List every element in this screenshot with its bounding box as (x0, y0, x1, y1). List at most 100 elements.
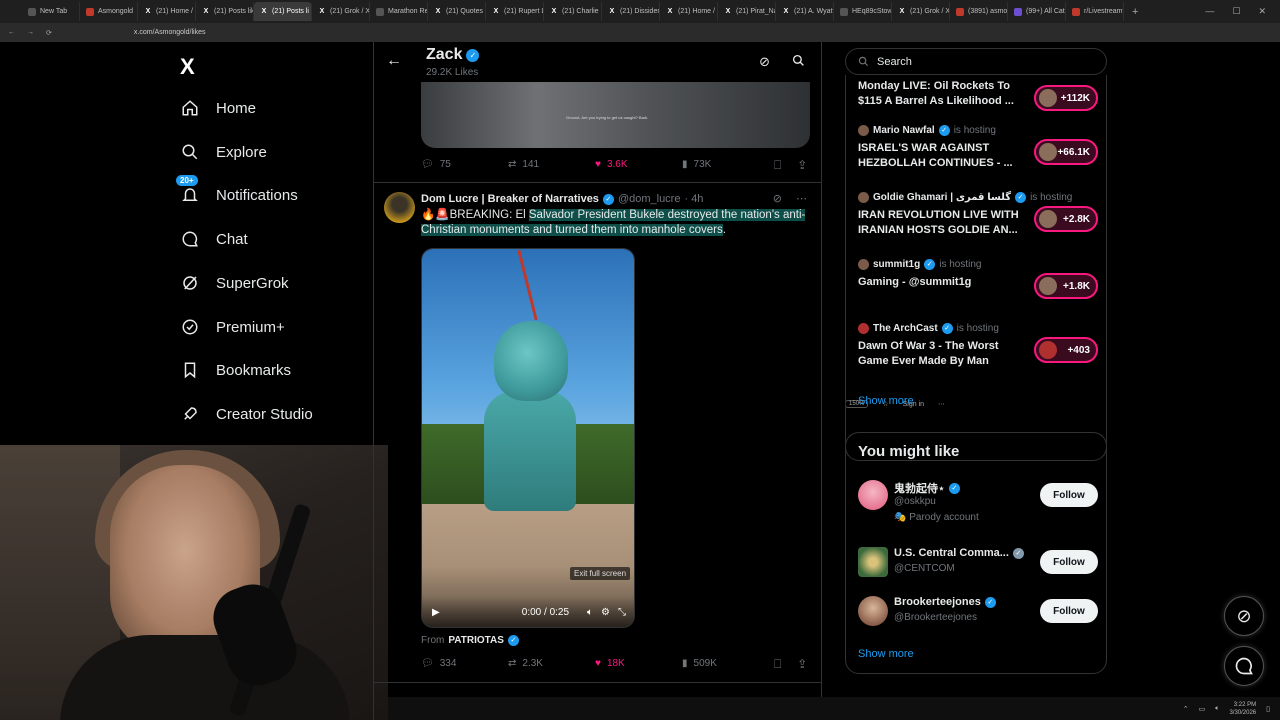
tab-favicon-icon (86, 7, 94, 16)
nav-creator-studio[interactable]: Creator Studio (180, 404, 313, 424)
listener-count: +1.8K (1063, 280, 1090, 292)
space-listener-pill[interactable]: +66.1K (1034, 139, 1098, 165)
browser-tab[interactable]: X (21) Dissident (602, 2, 660, 21)
space-item[interactable]: Mario Nawfal ✓ is hosting ISRAEL'S WAR AGA… (858, 125, 1098, 171)
close-window-icon[interactable]: ✕ (1258, 6, 1266, 17)
network-icon[interactable]: ▭ (1199, 705, 1206, 713)
browser-tab[interactable]: r/Livestreamfail (1066, 2, 1124, 21)
space-item[interactable]: Goldie Ghamari | گلسا قمری ✓ is hosting IR… (858, 192, 1098, 238)
browser-tab[interactable]: X (21) Home / X (660, 2, 718, 21)
more-options-icon[interactable]: ⋯ (796, 192, 807, 205)
space-listener-pill[interactable]: +1.8K (1034, 273, 1098, 299)
avatar[interactable] (384, 192, 415, 223)
share-icon[interactable]: ⇪ (797, 158, 807, 173)
reply-button[interactable]: 💬︎ 75 (421, 159, 508, 170)
browser-tab[interactable]: Asmongold (80, 2, 138, 21)
follow-button[interactable]: Follow (1040, 483, 1098, 507)
author-handle[interactable]: @dom_lucre (618, 193, 681, 205)
browser-tab[interactable]: X (21) Rupert Lo (486, 2, 544, 21)
avatar[interactable] (858, 547, 888, 577)
bookmark-icon[interactable]: ⎕ (774, 657, 781, 672)
back-nav-icon[interactable]: ← (8, 29, 15, 36)
suggested-user[interactable]: 鬼勃起侍⋆ ✓ @oskkpu 🎭 Parody account Follow (858, 480, 1098, 523)
grok-fab-icon[interactable]: ⊘ (1224, 596, 1264, 636)
space-listener-pill[interactable]: +2.8K (1034, 206, 1098, 232)
nav-home[interactable]: Home (180, 98, 256, 118)
card-title: You might like (858, 443, 960, 460)
nav-explore[interactable]: Explore (180, 142, 267, 162)
bookmark-icon[interactable]: ⎕ (774, 158, 781, 173)
tab-label: Asmongold (98, 8, 134, 15)
browser-tab[interactable]: X (21) Pirat_Nat (718, 2, 776, 21)
back-arrow-icon[interactable]: ← (386, 52, 402, 70)
browser-tab[interactable]: HEq89cStowA (834, 2, 892, 21)
url-field[interactable]: x.com/Asmongold/likes (134, 29, 206, 36)
tray-chevron-icon[interactable]: ⌃ (1183, 705, 1189, 713)
new-tab-icon[interactable]: + (1132, 6, 1138, 18)
previous-tweet-media[interactable]: Ground. Are you trying to get us caught?… (421, 82, 810, 148)
nav-chat[interactable]: Chat (180, 229, 248, 249)
grok-icon[interactable]: ⊘ (759, 54, 770, 70)
browser-tab[interactable]: X (21) Grok / X (312, 2, 370, 21)
maximize-icon[interactable]: ☐ (1232, 6, 1240, 17)
show-more-link[interactable]: Show more (858, 648, 914, 660)
share-icon[interactable]: ⇪ (797, 657, 807, 672)
repost-button[interactable]: ⇄ 2.3K (508, 658, 595, 669)
author-name[interactable]: Dom Lucre | Breaker of Narratives (421, 193, 599, 205)
space-host: Mario Nawfal ✓ is hosting (858, 125, 1098, 136)
grok-icon[interactable]: ⊘ (773, 192, 782, 205)
browser-tab[interactable]: X (21) Quotes o (428, 2, 486, 21)
space-listener-pill[interactable]: +403 (1034, 337, 1098, 363)
settings-gear-icon[interactable]: ⚙ (601, 607, 610, 618)
system-clock[interactable]: 3:22 PM 3/30/2026 (1229, 701, 1256, 717)
browser-tab[interactable]: X (21) Grok / X (892, 2, 950, 21)
reply-button[interactable]: 💬︎ 334 (421, 658, 508, 669)
browser-tab[interactable]: X (21) A. Wyatt (776, 2, 834, 21)
play-icon[interactable]: ▶ (432, 607, 440, 618)
reload-icon[interactable]: ⟳ (46, 29, 52, 37)
space-item[interactable]: Monday LIVE: Oil Rockets To $115 A Barre… (858, 79, 1098, 111)
search-icon[interactable] (792, 54, 805, 70)
browser-tab[interactable]: X (21) Home / X (138, 2, 196, 21)
browser-tab[interactable]: X (21) Posts li (254, 2, 312, 21)
avatar[interactable] (858, 596, 888, 626)
volume-icon[interactable]: 🔈︎ (1215, 705, 1219, 713)
browser-tab[interactable]: X (21) Charlie D (544, 2, 602, 21)
views-button[interactable]: ▮ 73K (682, 159, 769, 170)
exit-fullscreen-icon[interactable]: ⤡ (618, 607, 626, 618)
browser-tab[interactable]: New Tab (22, 2, 80, 21)
tweet-video[interactable]: Exit full screen ▶ 0:00 / 0:25 🔈︎ ⚙ ⤡ (421, 248, 635, 628)
follow-button[interactable]: Follow (1040, 550, 1098, 574)
like-button[interactable]: ♥ 18K (595, 658, 682, 669)
minimize-icon[interactable]: — (1205, 6, 1214, 17)
browser-tab[interactable]: Marathon Re (370, 2, 428, 21)
repost-icon: ⇄ (508, 658, 517, 669)
space-item[interactable]: summit1g ✓ is hosting Gaming - @summit1g +… (858, 259, 1098, 299)
user-name: 鬼勃起侍⋆ ✓ (894, 480, 960, 496)
from-source-link[interactable]: PATRIOTAS (448, 635, 504, 646)
nav-supergrok[interactable]: SuperGrok (180, 273, 289, 293)
nav-notifications[interactable]: 20+ Notifications (176, 175, 298, 205)
follow-button[interactable]: Follow (1040, 599, 1098, 623)
nav-bookmarks[interactable]: Bookmarks (180, 360, 291, 380)
repost-button[interactable]: ⇄ 141 (508, 159, 595, 170)
views-button[interactable]: ▮ 509K (682, 658, 769, 669)
browser-tab[interactable]: (3891) asmon (950, 2, 1008, 21)
forward-nav-icon[interactable]: → (27, 29, 34, 36)
chat-fab-icon[interactable] (1224, 646, 1264, 686)
space-listener-pill[interactable]: +112K (1034, 85, 1098, 111)
like-button[interactable]: ♥ 3.6K (595, 159, 682, 170)
browser-tab[interactable]: X (21) Posts liked (196, 2, 254, 21)
x-logo-icon[interactable]: X (180, 54, 195, 80)
suggested-user[interactable]: Brookerteejones ✓ @Brookerteejones Follow (858, 596, 1098, 636)
browser-tab[interactable]: (99+) All Cate (1008, 2, 1066, 21)
volume-icon[interactable]: 🔈︎ (587, 607, 593, 618)
suggested-user[interactable]: U.S. Central Comma... ✓ @CENTCOM Follow (858, 547, 1098, 587)
search-input[interactable]: Search (845, 48, 1107, 75)
notification-icon[interactable]: ▯ (1266, 705, 1270, 713)
space-item[interactable]: The ArchCast ✓ is hosting Dawn Of War 3 - … (858, 323, 1098, 369)
tweet-time[interactable]: · 4h (684, 193, 703, 205)
nav-premium[interactable]: Premium+ (180, 317, 285, 337)
show-more-link[interactable]: Show more (858, 395, 914, 407)
avatar[interactable] (858, 480, 888, 510)
